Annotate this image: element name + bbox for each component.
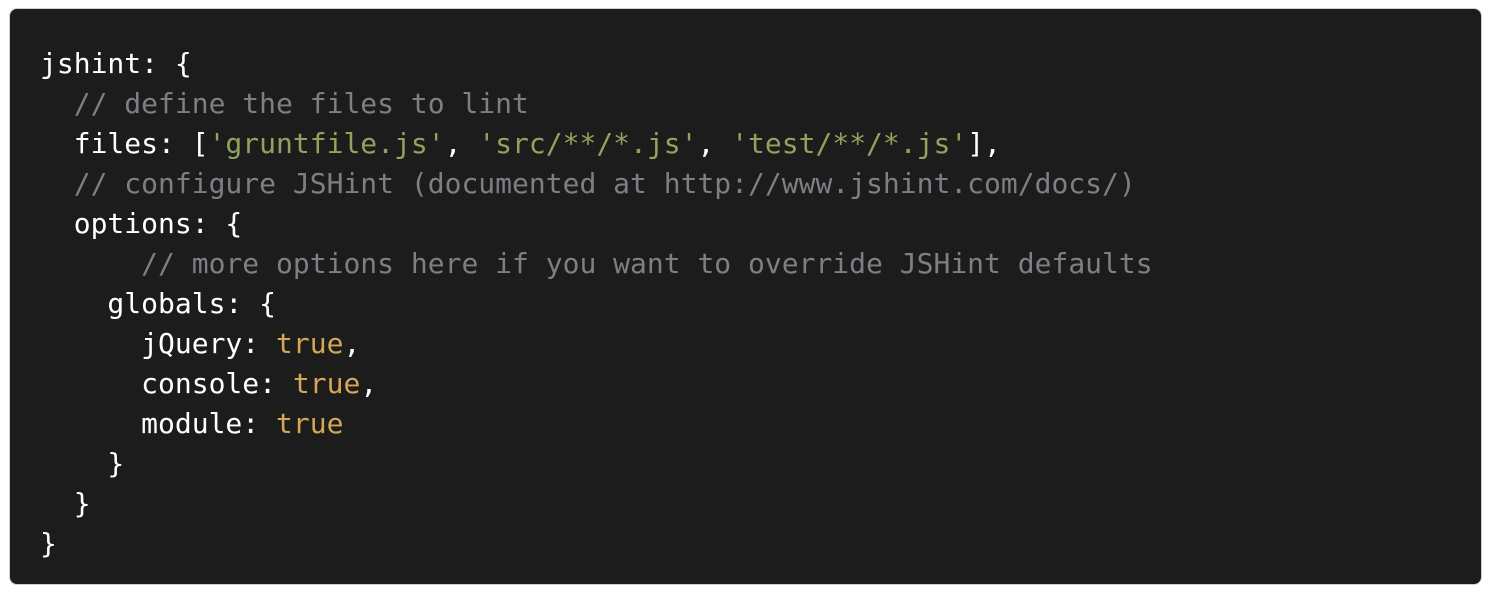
code-line: module: true bbox=[40, 404, 1481, 444]
code-listing: jshint: { // define the files to lint fi… bbox=[40, 44, 1481, 564]
code-line: files: ['gruntfile.js', 'src/**/*.js', '… bbox=[40, 124, 1481, 164]
code-line: // configure JSHint (documented at http:… bbox=[40, 164, 1481, 204]
code-token: globals: { bbox=[40, 287, 277, 320]
code-block: jshint: { // define the files to lint fi… bbox=[9, 8, 1482, 585]
code-line: options: { bbox=[40, 204, 1481, 244]
code-line: // more options here if you want to over… bbox=[40, 244, 1481, 284]
code-comment: // more options here if you want to over… bbox=[141, 247, 1153, 280]
code-token: , bbox=[444, 127, 479, 160]
code-token: , bbox=[343, 327, 361, 360]
string-literal: 'gruntfile.js' bbox=[208, 127, 445, 160]
boolean-literal: true bbox=[276, 407, 344, 440]
code-token: module: bbox=[40, 407, 277, 440]
code-line: jQuery: true, bbox=[40, 324, 1481, 364]
code-comment: // configure JSHint (documented at http:… bbox=[73, 167, 1136, 200]
string-literal: 'test/**/*.js' bbox=[731, 127, 968, 160]
code-token: options: { bbox=[40, 207, 243, 240]
code-token: jshint: { bbox=[40, 47, 192, 80]
code-line: console: true, bbox=[40, 364, 1481, 404]
code-line: jshint: { bbox=[40, 44, 1481, 84]
boolean-literal: true bbox=[292, 367, 361, 400]
code-token: console: bbox=[40, 367, 293, 400]
code-token: , bbox=[360, 367, 378, 400]
code-token: } bbox=[40, 527, 57, 560]
code-token: ], bbox=[967, 127, 1001, 160]
code-comment: // define the files to lint bbox=[73, 87, 529, 120]
code-token: files: [ bbox=[40, 127, 209, 160]
code-token: } bbox=[40, 447, 125, 480]
code-token: jQuery: bbox=[40, 327, 277, 360]
code-line: globals: { bbox=[40, 284, 1481, 324]
code-line: } bbox=[40, 444, 1481, 484]
code-token: } bbox=[40, 487, 91, 520]
code-line: } bbox=[40, 524, 1481, 564]
boolean-literal: true bbox=[276, 327, 344, 360]
string-literal: 'src/**/*.js' bbox=[478, 127, 698, 160]
code-line: } bbox=[40, 484, 1481, 524]
code-token: , bbox=[697, 127, 732, 160]
code-line: // define the files to lint bbox=[40, 84, 1481, 124]
